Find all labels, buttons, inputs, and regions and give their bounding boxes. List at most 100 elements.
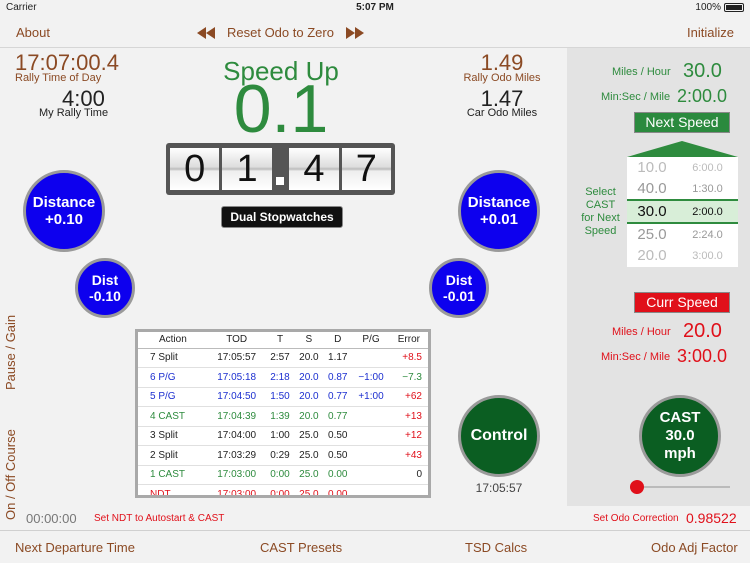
picker-option[interactable]: 30.0 2:00.0 xyxy=(627,199,738,224)
reset-odo-button[interactable]: Reset Odo to Zero xyxy=(227,25,334,40)
table-cell-tod: 17:05:18 xyxy=(207,367,266,388)
table-row[interactable]: 5 P/G 17:04:50 1:50 20.0 0.77 +1:00 +62 xyxy=(138,387,428,407)
status-bar: Carrier 5:07 PM 100% xyxy=(0,0,750,16)
odo-digit: 7 xyxy=(341,148,391,190)
picker-speed: 10.0 xyxy=(637,159,667,176)
table-cell-pg xyxy=(352,465,390,485)
table-cell-t: 2:18 xyxy=(265,367,295,388)
rewind-icon[interactable] xyxy=(197,26,215,39)
button-label: Distance xyxy=(467,194,531,211)
table-cell-s: 25.0 xyxy=(294,484,324,495)
table-row[interactable]: 1 CAST 17:03:00 0:00 25.0 0.00 0 xyxy=(138,465,428,485)
picker-pace: 6:00.0 xyxy=(692,161,723,174)
next-speed-button[interactable]: Next Speed xyxy=(634,112,730,133)
picker-speed: 20.0 xyxy=(637,247,667,264)
table-row[interactable]: 3 Split 17:04:00 1:00 25.0 0.50 +12 xyxy=(138,426,428,446)
picker-option[interactable]: 10.0 6:00.0 xyxy=(627,157,738,178)
table-cell-s: 20.0 xyxy=(294,367,324,388)
table-cell-d: 0.77 xyxy=(323,387,353,407)
table-cell-pg: −1:00 xyxy=(352,367,390,388)
table-cell-err: +62 xyxy=(389,387,428,407)
button-label: Dist xyxy=(91,272,119,288)
odo-digit: 1 xyxy=(222,148,272,190)
about-button[interactable]: About xyxy=(16,25,50,40)
tab-odo-adj-factor[interactable]: Odo Adj Factor xyxy=(651,540,738,555)
table-cell-d: 1.17 xyxy=(323,348,353,368)
picker-pace: 3:00.0 xyxy=(692,249,723,262)
table-cell-pg xyxy=(352,426,390,446)
table-cell-err: +12 xyxy=(389,426,428,446)
table-cell-tod: 17:05:57 xyxy=(207,348,266,368)
table-cell-tod: 17:03:29 xyxy=(207,445,266,466)
table-cell-action: 6 P/G xyxy=(138,367,208,388)
picker-option[interactable]: 20.0 3:00.0 xyxy=(627,245,738,266)
table-cell-pg xyxy=(352,484,390,495)
picker-pace: 2:00.0 xyxy=(692,205,723,218)
picker-pace: 2:24.0 xyxy=(692,228,723,241)
distance-plus-001-button[interactable]: Distance +0.01 xyxy=(458,170,540,252)
set-ndt-button[interactable]: Set NDT to Autostart & CAST xyxy=(94,513,224,524)
column-header: D xyxy=(323,332,353,349)
button-value: +0.10 xyxy=(45,211,83,228)
curr-mph-label: Miles / Hour xyxy=(612,326,671,338)
dist-minus-010-button[interactable]: Dist -0.10 xyxy=(75,258,135,318)
column-header: Error xyxy=(389,332,428,349)
table-cell-d: 0.87 xyxy=(323,367,353,388)
button-value: -0.10 xyxy=(89,288,121,304)
set-odo-correction-button[interactable]: Set Odo Correction xyxy=(593,513,679,524)
table-cell-t: 0:29 xyxy=(265,445,295,466)
fast-forward-icon[interactable] xyxy=(345,26,364,39)
cast-slider-thumb[interactable] xyxy=(630,480,644,494)
cast-slider-track[interactable] xyxy=(630,486,730,488)
button-label: Dist xyxy=(445,272,473,288)
column-header: S xyxy=(294,332,324,349)
next-mph-label: Miles / Hour xyxy=(612,66,671,78)
table-row[interactable]: NDT 17:03:00 0:00 25.0 0.00 xyxy=(138,484,428,495)
car-odo-label: Car Odo Miles xyxy=(466,107,538,119)
table-cell-err: +13 xyxy=(389,406,428,427)
table-cell-s: 25.0 xyxy=(294,465,324,485)
table-header: Action TOD T S D P/G Error xyxy=(138,332,428,349)
table-cell-d: 0.77 xyxy=(323,406,353,427)
odometer-display: 0 1 4 7 xyxy=(166,143,395,195)
table-cell-err xyxy=(389,484,428,495)
tab-next-departure-time[interactable]: Next Departure Time xyxy=(15,540,135,555)
curr-speed-button[interactable]: Curr Speed xyxy=(634,292,730,313)
cast-picker[interactable]: 10.0 6:00.0 40.0 1:30.0 30.0 2:00.0 25.0 2:24.0… xyxy=(627,157,738,267)
picker-option[interactable]: 25.0 2:24.0 xyxy=(627,224,738,245)
tab-tsd-calcs[interactable]: TSD Calcs xyxy=(465,540,527,555)
speed-delta: 0.1 xyxy=(233,71,329,147)
on-off-course-button[interactable]: On / Off Course xyxy=(3,418,18,520)
bottom-tab-bar: Next Departure Time CAST Presets TSD Cal… xyxy=(0,530,750,563)
cast-button[interactable]: CAST 30.0 mph xyxy=(639,395,721,477)
table-cell-d: 0.50 xyxy=(323,445,353,466)
odo-decimal-point xyxy=(275,148,287,190)
cast-button-speed: 30.0 xyxy=(665,427,695,444)
picker-speed: 30.0 xyxy=(637,203,667,220)
table-body: 7 Split 17:05:57 2:57 20.0 1.17 +8.5 6 P/G 17:0… xyxy=(138,348,428,495)
picker-arrow-icon xyxy=(627,141,738,157)
picker-option[interactable]: 40.0 1:30.0 xyxy=(627,178,738,199)
column-header: Action xyxy=(138,332,208,349)
table-cell-s: 20.0 xyxy=(294,406,324,427)
status-time: 5:07 PM xyxy=(356,2,394,13)
odo-correction-value: 0.98522 xyxy=(686,510,737,526)
dist-minus-001-button[interactable]: Dist -0.01 xyxy=(429,258,489,318)
battery-status: 100% xyxy=(695,2,744,13)
table-row[interactable]: 4 CAST 17:04:39 1:39 20.0 0.77 +13 xyxy=(138,406,428,427)
pause-gain-button[interactable]: Pause / Gain xyxy=(3,310,18,390)
table-row[interactable]: 6 P/G 17:05:18 2:18 20.0 0.87 −1:00 −7.3 xyxy=(138,367,428,388)
table-cell-action: NDT xyxy=(138,484,208,495)
table-row[interactable]: 7 Split 17:05:57 2:57 20.0 1.17 +8.5 xyxy=(138,348,428,368)
table-cell-pg: +1:00 xyxy=(352,387,390,407)
odo-digit: 0 xyxy=(170,148,220,190)
table-row[interactable]: 2 Split 17:03:29 0:29 25.0 0.50 +43 xyxy=(138,445,428,466)
dual-stopwatches-button[interactable]: Dual Stopwatches xyxy=(221,206,343,228)
table-cell-tod: 17:03:00 xyxy=(207,484,266,495)
tab-cast-presets[interactable]: CAST Presets xyxy=(260,540,342,555)
control-button[interactable]: Control xyxy=(458,395,540,477)
table-cell-t: 2:57 xyxy=(265,348,295,368)
table-cell-action: 4 CAST xyxy=(138,406,208,427)
initialize-button[interactable]: Initialize xyxy=(687,25,734,40)
distance-plus-010-button[interactable]: Distance +0.10 xyxy=(23,170,105,252)
